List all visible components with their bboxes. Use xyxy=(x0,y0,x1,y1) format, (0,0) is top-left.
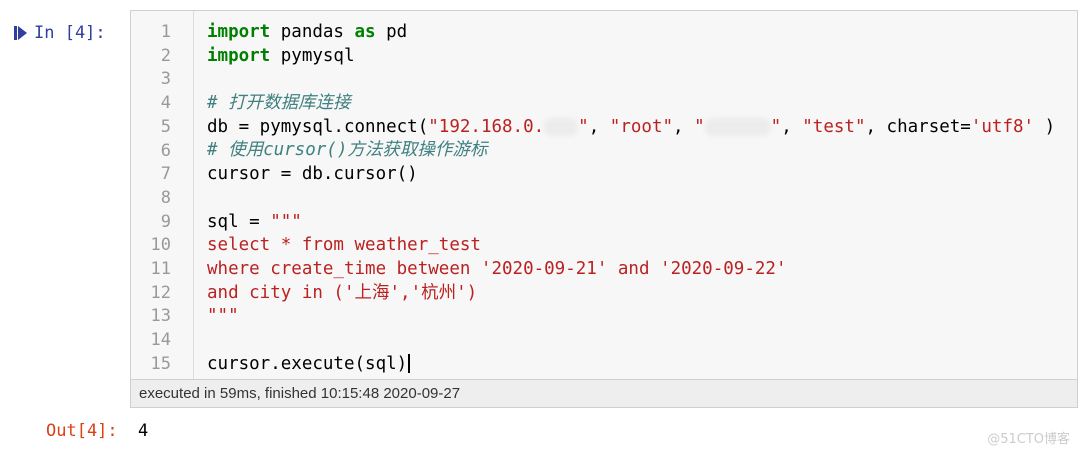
code-line-13: """ xyxy=(207,305,1077,329)
output-value: 4 xyxy=(138,421,149,441)
code-line-9: sql = """ xyxy=(207,211,1077,235)
code-text: , charset= xyxy=(865,116,971,137)
redacted-region xyxy=(704,117,771,136)
line-number: 9 xyxy=(160,211,171,232)
code-text: db = pymysql.connect( xyxy=(207,116,429,137)
code-line-6: # 使用cursor()方法获取操作游标 xyxy=(207,139,1077,163)
string: 'utf8' xyxy=(970,116,1035,137)
line-number: 7 xyxy=(160,164,171,185)
line-number: 3 xyxy=(160,69,171,90)
code-line-7: cursor = db.cursor() xyxy=(207,163,1077,187)
code-text: pandas xyxy=(270,22,355,42)
string: "192.168.0. xyxy=(428,116,545,137)
line-number: 1 xyxy=(160,22,171,42)
line-number: 12 xyxy=(150,282,171,303)
code-text: sql = xyxy=(207,211,271,232)
input-prompt-label: In [4]: xyxy=(34,23,106,43)
code-line-15: cursor.execute(sql) xyxy=(207,353,1077,377)
keyword: import xyxy=(207,22,271,42)
run-cell-icon[interactable] xyxy=(14,25,28,41)
string: "root" xyxy=(609,116,674,137)
comment: # 打开数据库连接 xyxy=(207,93,351,114)
code-text: ) xyxy=(1034,116,1056,137)
string: select * from weather_test xyxy=(207,235,481,256)
line-number: 10 xyxy=(150,235,171,256)
string: and city in ('上海','杭州') xyxy=(207,282,478,303)
string: " xyxy=(770,116,782,137)
code-text: pd xyxy=(375,22,408,42)
code-cell[interactable]: 1 2 3 4 5 6 7 8 9 10 11 12 13 14 15 impo… xyxy=(130,10,1078,408)
code-line-4: # 打开数据库连接 xyxy=(207,92,1077,116)
line-number: 2 xyxy=(160,45,171,66)
string: " xyxy=(694,116,705,137)
text-cursor xyxy=(408,354,410,374)
execution-status: executed in 59ms, finished 10:15:48 2020… xyxy=(131,379,1077,407)
code-text: pymysql xyxy=(270,45,355,66)
string: """ xyxy=(270,211,302,232)
line-number: 4 xyxy=(160,93,171,114)
code-line-12: and city in ('上海','杭州') xyxy=(207,282,1077,306)
code-text: , xyxy=(673,116,695,137)
string: where create_time between '2020-09-21' a… xyxy=(207,258,787,279)
line-number-gutter: 1 2 3 4 5 6 7 8 9 10 11 12 13 14 15 xyxy=(131,11,194,379)
line-number: 13 xyxy=(150,306,171,327)
code-line-1: import pandas as pd xyxy=(207,21,1077,45)
input-prompt: In [4]: xyxy=(14,20,126,46)
string: """ xyxy=(207,306,239,327)
line-number: 14 xyxy=(150,330,171,351)
comment: # 使用cursor()方法获取操作游标 xyxy=(207,140,488,161)
line-number: 6 xyxy=(160,140,171,161)
line-number: 11 xyxy=(150,259,171,279)
output-prompt: Out[4]: xyxy=(46,421,118,441)
code-text: cursor = db.cursor() xyxy=(207,164,418,185)
code-line-11: where create_time between '2020-09-21' a… xyxy=(207,258,1077,282)
line-number: 8 xyxy=(160,187,171,208)
code-editor[interactable]: import pandas as pd import pymysql # 打开数… xyxy=(207,21,1077,377)
keyword: as xyxy=(354,22,376,42)
code-text: , xyxy=(588,116,610,137)
code-line-5: db = pymysql.connect("192.168.0. ", "root… xyxy=(207,116,1077,140)
string: " xyxy=(578,116,589,137)
code-text: cursor.execute(sql) xyxy=(207,353,408,374)
string: "test" xyxy=(802,116,866,137)
code-text: , xyxy=(781,116,803,137)
watermark: @51CTO博客 xyxy=(987,432,1070,447)
keyword: import xyxy=(207,45,271,66)
line-number: 5 xyxy=(160,116,171,137)
redacted-region xyxy=(544,117,579,136)
code-line-2: import pymysql xyxy=(207,45,1077,69)
line-number: 15 xyxy=(150,353,171,374)
code-line-10: select * from weather_test xyxy=(207,234,1077,258)
